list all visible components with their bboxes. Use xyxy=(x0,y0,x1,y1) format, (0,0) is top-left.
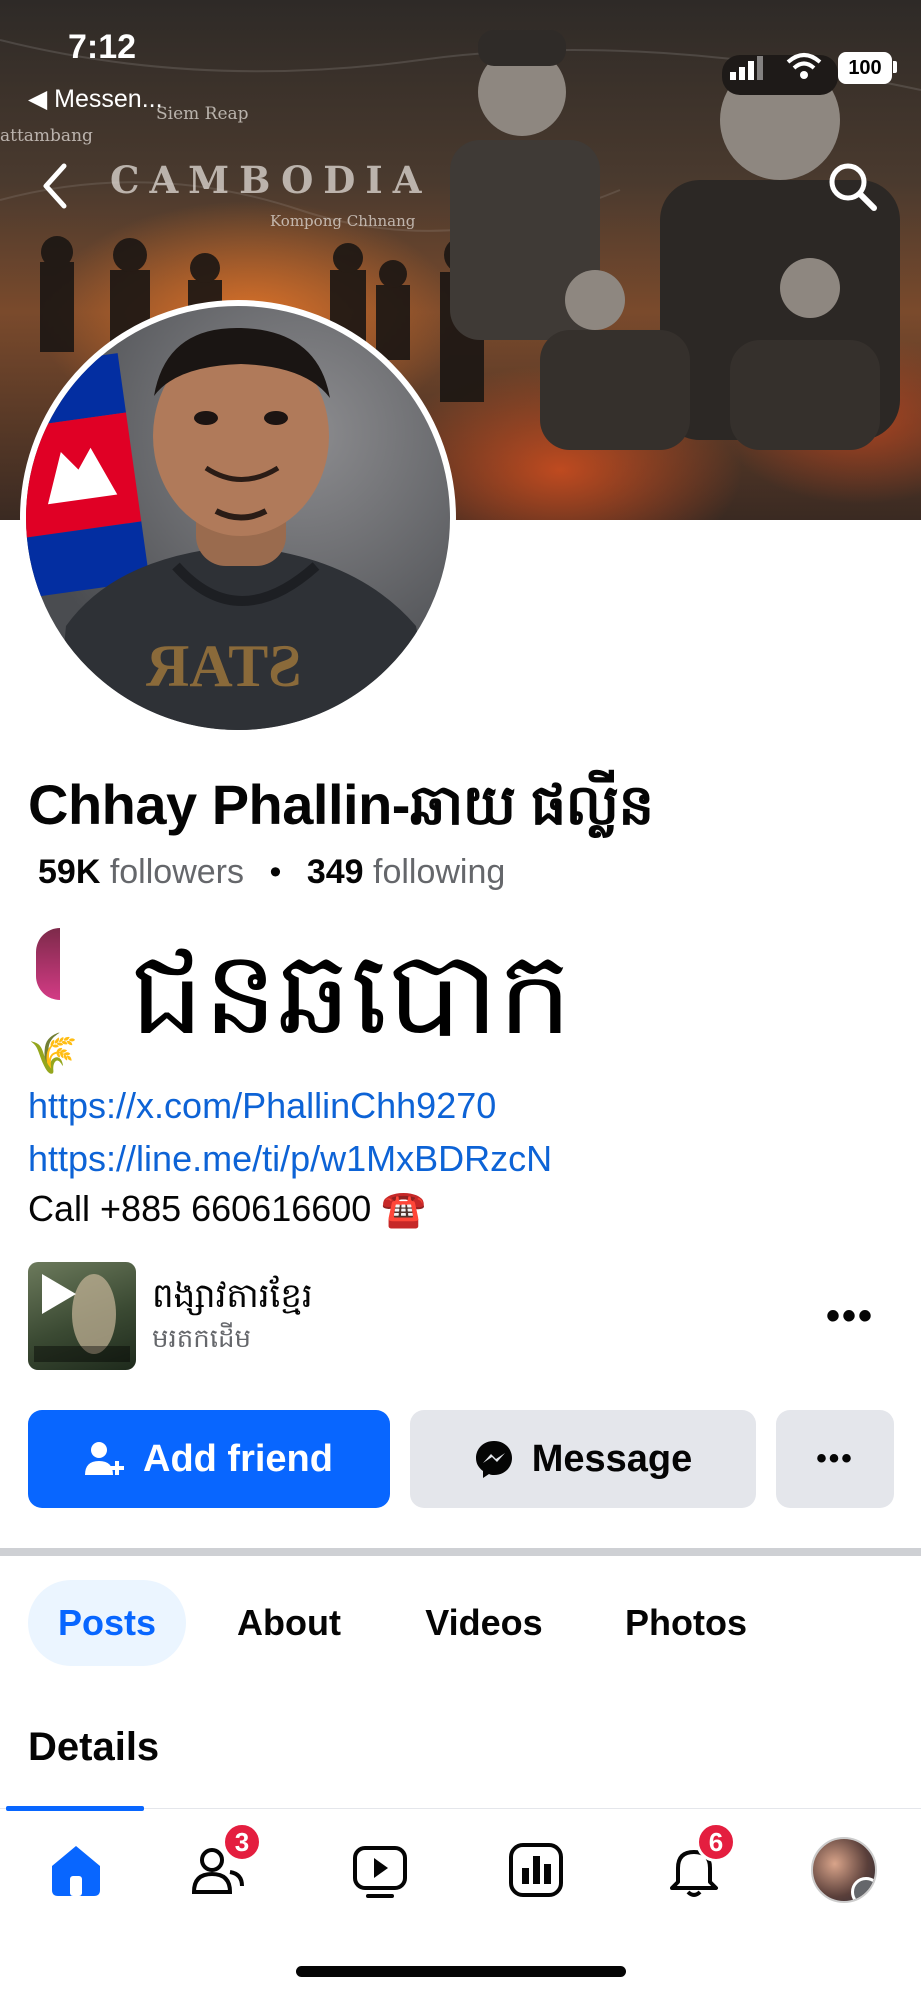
video-icon xyxy=(353,1846,407,1898)
nav-notifications[interactable]: 6 xyxy=(654,1822,736,1910)
following-label: following xyxy=(373,853,506,891)
feeds-icon xyxy=(509,1843,563,1897)
profile-name: Chhay Phallin-ឆាយ ផល្លីន xyxy=(28,773,654,836)
map-label-city: Siem Reap xyxy=(156,104,249,124)
nav-feeds[interactable] xyxy=(496,1830,576,1910)
message-button[interactable]: Message xyxy=(410,1410,756,1508)
bio-call: Call +885 660616600 ☎️ xyxy=(28,1188,427,1229)
followers-count: 59K xyxy=(38,853,101,891)
add-friend-label: Add friend xyxy=(143,1437,333,1480)
nav-home[interactable] xyxy=(36,1830,116,1910)
tab-videos[interactable]: Videos xyxy=(404,1580,564,1666)
wifi-icon xyxy=(786,53,822,79)
tab-posts[interactable]: Posts xyxy=(28,1580,186,1666)
following-count: 349 xyxy=(306,853,364,891)
bio-link-x[interactable]: https://x.com/PhallinChh9270 xyxy=(28,1086,496,1126)
separator-dot: • xyxy=(269,853,282,891)
followers-line[interactable]: 59K followers • 349 following xyxy=(38,853,505,892)
nav-video[interactable] xyxy=(340,1830,420,1910)
messenger-icon xyxy=(475,1441,512,1478)
signal-icon xyxy=(730,56,763,80)
add-friend-button[interactable]: Add friend xyxy=(28,1410,390,1508)
status-time: 7:12 xyxy=(68,28,137,66)
nav-menu[interactable] xyxy=(804,1830,884,1910)
profile-more-button[interactable]: ••• xyxy=(776,1410,894,1508)
message-label: Message xyxy=(531,1437,693,1480)
featured-page-more-button[interactable]: ••• xyxy=(826,1294,874,1339)
overlay-caption: ជនឆបោក xyxy=(130,926,572,1061)
play-icon xyxy=(34,1274,130,1362)
tab-about[interactable]: About xyxy=(212,1580,366,1666)
search-icon[interactable] xyxy=(826,160,880,214)
back-arrow-icon[interactable] xyxy=(38,160,70,212)
svg-text:ЯATƧ: ЯATƧ xyxy=(146,633,302,699)
bio-link-line[interactable]: https://line.me/ti/p/w1MxBDRzcN xyxy=(28,1138,552,1180)
followers-label: followers xyxy=(109,853,244,891)
home-indicator xyxy=(296,1966,626,1977)
home-icon xyxy=(52,1846,100,1896)
featured-page-thumbnail[interactable] xyxy=(28,1262,136,1370)
featured-page-subtitle: មរតកដើម xyxy=(152,1323,252,1353)
map-label-small: Kompong Chhnang xyxy=(270,212,416,230)
battery-tip xyxy=(893,61,897,73)
battery-indicator: 100 xyxy=(838,52,892,84)
map-label-left: attambang xyxy=(0,126,93,146)
details-heading: Details xyxy=(28,1725,160,1769)
featured-page-name[interactable]: ពង្សាវតារខ្មែរ xyxy=(152,1274,313,1324)
section-divider xyxy=(0,1548,921,1556)
back-to-app-link[interactable]: ◀ Messen... xyxy=(28,84,163,114)
notifications-badge: 6 xyxy=(696,1822,736,1862)
avatar-portrait: ЯATƧ xyxy=(26,327,436,730)
add-friend-icon xyxy=(85,1442,124,1475)
friends-badge: 3 xyxy=(222,1822,262,1862)
map-label-country: CAMBODIA xyxy=(110,158,432,202)
nav-friends[interactable]: 3 xyxy=(180,1822,262,1910)
bio-emoji-partial xyxy=(36,928,60,1000)
menu-icon xyxy=(851,1877,875,1901)
tab-photos[interactable]: Photos xyxy=(604,1580,768,1666)
profile-avatar[interactable]: ЯATƧ xyxy=(20,300,456,736)
menu-avatar xyxy=(811,1837,877,1903)
sprout-emoji: 🌾 xyxy=(28,1032,78,1076)
active-tab-indicator xyxy=(6,1806,144,1811)
